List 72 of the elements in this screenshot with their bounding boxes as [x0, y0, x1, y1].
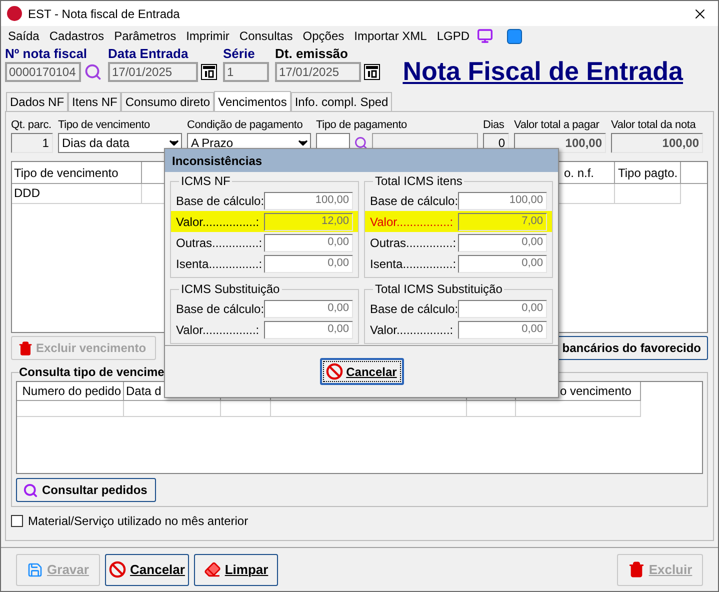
page-title: Nota Fiscal de Entrada	[402, 55, 683, 88]
value-label: Base de cálculo:	[370, 192, 458, 210]
menu-item[interactable]: Imprimir	[181, 27, 234, 45]
input-field[interactable]: 1	[223, 62, 269, 82]
value-field: 0,00	[458, 300, 547, 318]
dialog-title: Inconsistências	[165, 149, 558, 172]
value-label: Valor................:	[370, 322, 454, 338]
group-title: Total ICMS Substituição	[374, 281, 504, 298]
field-label: Valor total a pagar	[514, 118, 600, 133]
value-field: 100,00	[264, 192, 353, 210]
cancel-button[interactable]: Cancelar	[320, 358, 404, 385]
column-header: Numero do pedido	[17, 382, 124, 401]
value-label: Valor................:	[176, 214, 260, 230]
menu-item[interactable]: Saída	[3, 27, 44, 45]
tab[interactable]: Dados NF	[6, 92, 68, 111]
window-title: EST - Nota fiscal de Entrada	[28, 6, 181, 22]
field-label: Dias	[482, 118, 506, 133]
tab[interactable]: Info. compl. Sped	[290, 92, 392, 111]
value-field: 0,00	[458, 254, 547, 272]
cancel-button[interactable]: Cancelar	[105, 554, 189, 586]
consult-orders-button[interactable]: Consultar pedidos	[16, 478, 156, 502]
value-label: Base de cálculo:	[176, 192, 264, 210]
value-label: Base de cálculo:	[370, 300, 458, 318]
group-title: Total ICMS itens	[374, 173, 464, 190]
value-field: 0,00	[264, 234, 353, 252]
value-field: 100,00	[458, 192, 547, 210]
group-title: Consulta tipo de vencime	[19, 364, 164, 381]
field-label: Tipo de vencimento	[58, 118, 151, 133]
field-label: Nº nota fiscal	[5, 46, 88, 62]
value-label: Valor................:	[370, 214, 454, 230]
input-field[interactable]: 17/01/2025	[275, 62, 361, 82]
value-field: 12,00	[264, 212, 353, 230]
input-field[interactable]: 17/01/2025	[108, 62, 198, 82]
value-label: Outras..............:	[176, 234, 264, 252]
total-field[interactable]: 100,00	[611, 133, 703, 153]
column-header: Tipo de vencimento	[12, 162, 142, 183]
tab[interactable]: Consumo direto	[121, 92, 214, 111]
tab[interactable]: Vencimentos	[214, 91, 291, 112]
field-label: Tipo de pagamento	[316, 118, 408, 133]
field-label: Dt. emissão	[275, 46, 349, 62]
menu-item[interactable]: Parâmetros	[109, 27, 182, 45]
value-field: 0,00	[264, 254, 353, 272]
value-field: 0,00	[264, 300, 353, 318]
field-label: Qt. parc.	[11, 118, 52, 133]
table-cell: DDD	[12, 184, 142, 204]
menu-item[interactable]: Consultas	[234, 27, 298, 45]
field-label: Valor total da nota	[611, 118, 697, 133]
field-label: Série	[223, 46, 256, 62]
value-field: 0,00	[458, 320, 547, 338]
value-label: Isenta...............:	[370, 256, 458, 272]
clear-button[interactable]: Limpar	[194, 554, 278, 586]
value-label: Valor................:	[176, 322, 260, 338]
group-title: ICMS Substituição	[180, 281, 281, 298]
tab[interactable]: Itens NF	[68, 92, 122, 111]
menu-item[interactable]: Cadastros	[44, 27, 110, 45]
value-field: 0,00	[264, 320, 353, 338]
menu-item[interactable]: Importar XML	[349, 27, 432, 45]
value-label: Outras..............:	[370, 234, 458, 252]
value-label: Base de cálculo:	[176, 300, 264, 318]
input-field[interactable]: 0000170104	[5, 62, 81, 82]
field-label: Condição de pagamento	[186, 118, 304, 133]
value-label: Isenta...............:	[176, 256, 264, 272]
menu-item[interactable]: LGPD	[432, 27, 475, 45]
field-label: Data Entrada	[108, 46, 190, 62]
value-field: 0,00	[458, 234, 547, 252]
dropdown[interactable]: Dias da data	[58, 133, 182, 153]
group-title: ICMS NF	[180, 173, 232, 190]
checkbox-label: Material/Serviço utilizado no mês anterior	[28, 513, 248, 530]
menu-item[interactable]: Opções	[298, 27, 350, 45]
value-field: 7,00	[458, 212, 547, 230]
number-field[interactable]: 1	[11, 133, 53, 153]
column-header: Tipo pagto.	[615, 162, 681, 183]
